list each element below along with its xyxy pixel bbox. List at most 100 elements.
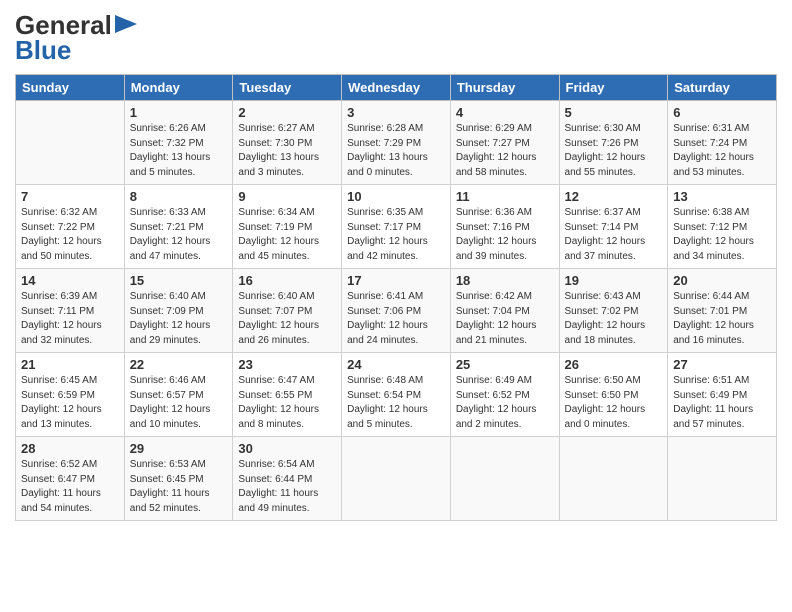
- day-number: 24: [347, 357, 445, 372]
- day-number: 20: [673, 273, 771, 288]
- day-info: Sunrise: 6:48 AMSunset: 6:54 PMDaylight:…: [347, 374, 445, 432]
- day-number: 9: [238, 189, 336, 204]
- column-header-sunday: Sunday: [16, 75, 125, 101]
- calendar-cell: 12Sunrise: 6:37 AMSunset: 7:14 PMDayligh…: [559, 185, 668, 269]
- day-info: Sunrise: 6:44 AMSunset: 7:01 PMDaylight:…: [673, 290, 771, 348]
- day-number: 29: [130, 441, 228, 456]
- day-info: Sunrise: 6:26 AMSunset: 7:32 PMDaylight:…: [130, 122, 228, 180]
- calendar-cell: 26 Sunrise: 6:50 AMSunset: 6:50 PMDayligh…: [559, 353, 668, 437]
- calendar-cell: [342, 437, 451, 521]
- calendar-cell: 6Sunrise: 6:31 AMSunset: 7:24 PMDaylight…: [668, 101, 777, 185]
- calendar-cell: 24 Sunrise: 6:48 AMSunset: 6:54 PMDayligh…: [342, 353, 451, 437]
- day-info: Sunrise: 6:51 AMSunset: 6:49 PMDaylight:…: [673, 374, 771, 432]
- day-info: Sunrise: 6:46 AMSunset: 6:57 PMDaylight:…: [130, 374, 228, 432]
- day-info: Sunrise: 6:52 AMSunset: 6:47 PMDaylight:…: [21, 458, 119, 516]
- day-number: 26: [565, 357, 663, 372]
- day-number: 23: [238, 357, 336, 372]
- column-header-thursday: Thursday: [450, 75, 559, 101]
- calendar-cell: 8Sunrise: 6:33 AMSunset: 7:21 PMDaylight…: [124, 185, 233, 269]
- day-number: 18: [456, 273, 554, 288]
- day-number: 5: [565, 105, 663, 120]
- day-info: Sunrise: 6:38 AMSunset: 7:12 PMDaylight:…: [673, 206, 771, 264]
- calendar-cell: [559, 437, 668, 521]
- calendar-cell: 16 Sunrise: 6:40 AMSunset: 7:07 PMDayligh…: [233, 269, 342, 353]
- calendar-table: SundayMondayTuesdayWednesdayThursdayFrid…: [15, 74, 777, 521]
- calendar-cell: 1 Sunrise: 6:26 AMSunset: 7:32 PMDaylight…: [124, 101, 233, 185]
- day-number: 13: [673, 189, 771, 204]
- column-header-monday: Monday: [124, 75, 233, 101]
- day-number: 21: [21, 357, 119, 372]
- day-info: Sunrise: 6:43 AMSunset: 7:02 PMDaylight:…: [565, 290, 663, 348]
- day-number: 3: [347, 105, 445, 120]
- calendar-cell: 27 Sunrise: 6:51 AMSunset: 6:49 PMDayligh…: [668, 353, 777, 437]
- calendar-week-row: 1 Sunrise: 6:26 AMSunset: 7:32 PMDaylight…: [16, 101, 777, 185]
- calendar-cell: 17Sunrise: 6:41 AMSunset: 7:06 PMDayligh…: [342, 269, 451, 353]
- day-info: Sunrise: 6:53 AMSunset: 6:45 PMDaylight:…: [130, 458, 228, 516]
- header: General Blue: [15, 10, 777, 66]
- day-number: 11: [456, 189, 554, 204]
- day-number: 10: [347, 189, 445, 204]
- calendar-cell: 21Sunrise: 6:45 AMSunset: 6:59 PMDayligh…: [16, 353, 125, 437]
- calendar-cell: 28 Sunrise: 6:52 AMSunset: 6:47 PMDayligh…: [16, 437, 125, 521]
- calendar-cell: 5 Sunrise: 6:30 AMSunset: 7:26 PMDaylight…: [559, 101, 668, 185]
- day-number: 15: [130, 273, 228, 288]
- logo-arrow-icon: [115, 15, 137, 33]
- day-number: 28: [21, 441, 119, 456]
- day-number: 27: [673, 357, 771, 372]
- day-number: 16: [238, 273, 336, 288]
- day-number: 17: [347, 273, 445, 288]
- day-number: 1: [130, 105, 228, 120]
- calendar-cell: 30Sunrise: 6:54 AMSunset: 6:44 PMDayligh…: [233, 437, 342, 521]
- calendar-cell: 22 Sunrise: 6:46 AMSunset: 6:57 PMDayligh…: [124, 353, 233, 437]
- column-header-saturday: Saturday: [668, 75, 777, 101]
- day-info: Sunrise: 6:50 AMSunset: 6:50 PMDaylight:…: [565, 374, 663, 432]
- calendar-cell: [668, 437, 777, 521]
- day-number: 25: [456, 357, 554, 372]
- calendar-cell: 9 Sunrise: 6:34 AMSunset: 7:19 PMDaylight…: [233, 185, 342, 269]
- day-number: 22: [130, 357, 228, 372]
- day-info: Sunrise: 6:39 AMSunset: 7:11 PMDaylight:…: [21, 290, 119, 348]
- day-number: 30: [238, 441, 336, 456]
- day-info: Sunrise: 6:27 AMSunset: 7:30 PMDaylight:…: [238, 122, 336, 180]
- page-container: General Blue SundayMondayTuesdayWednesda…: [0, 0, 792, 531]
- day-info: Sunrise: 6:30 AMSunset: 7:26 PMDaylight:…: [565, 122, 663, 180]
- calendar-week-row: 14 Sunrise: 6:39 AMSunset: 7:11 PMDayligh…: [16, 269, 777, 353]
- calendar-cell: 20 Sunrise: 6:44 AMSunset: 7:01 PMDayligh…: [668, 269, 777, 353]
- day-number: 19: [565, 273, 663, 288]
- day-info: Sunrise: 6:40 AMSunset: 7:09 PMDaylight:…: [130, 290, 228, 348]
- day-info: Sunrise: 6:42 AMSunset: 7:04 PMDaylight:…: [456, 290, 554, 348]
- day-number: 4: [456, 105, 554, 120]
- calendar-week-row: 28 Sunrise: 6:52 AMSunset: 6:47 PMDayligh…: [16, 437, 777, 521]
- day-info: Sunrise: 6:35 AMSunset: 7:17 PMDaylight:…: [347, 206, 445, 264]
- calendar-cell: 4Sunrise: 6:29 AMSunset: 7:27 PMDaylight…: [450, 101, 559, 185]
- day-info: Sunrise: 6:40 AMSunset: 7:07 PMDaylight:…: [238, 290, 336, 348]
- calendar-cell: 13 Sunrise: 6:38 AMSunset: 7:12 PMDayligh…: [668, 185, 777, 269]
- calendar-cell: 18 Sunrise: 6:42 AMSunset: 7:04 PMDayligh…: [450, 269, 559, 353]
- day-number: 14: [21, 273, 119, 288]
- calendar-cell: [16, 101, 125, 185]
- day-number: 7: [21, 189, 119, 204]
- day-info: Sunrise: 6:28 AMSunset: 7:29 PMDaylight:…: [347, 122, 445, 180]
- calendar-cell: 2Sunrise: 6:27 AMSunset: 7:30 PMDaylight…: [233, 101, 342, 185]
- calendar-cell: 23 Sunrise: 6:47 AMSunset: 6:55 PMDayligh…: [233, 353, 342, 437]
- calendar-cell: 29 Sunrise: 6:53 AMSunset: 6:45 PMDayligh…: [124, 437, 233, 521]
- calendar-cell: 15 Sunrise: 6:40 AMSunset: 7:09 PMDayligh…: [124, 269, 233, 353]
- calendar-cell: 25Sunrise: 6:49 AMSunset: 6:52 PMDayligh…: [450, 353, 559, 437]
- calendar-week-row: 21Sunrise: 6:45 AMSunset: 6:59 PMDayligh…: [16, 353, 777, 437]
- day-number: 8: [130, 189, 228, 204]
- day-info: Sunrise: 6:32 AMSunset: 7:22 PMDaylight:…: [21, 206, 119, 264]
- logo: General Blue: [15, 10, 137, 66]
- day-info: Sunrise: 6:34 AMSunset: 7:19 PMDaylight:…: [238, 206, 336, 264]
- day-number: 12: [565, 189, 663, 204]
- calendar-cell: 7 Sunrise: 6:32 AMSunset: 7:22 PMDaylight…: [16, 185, 125, 269]
- calendar-cell: [450, 437, 559, 521]
- day-info: Sunrise: 6:31 AMSunset: 7:24 PMDaylight:…: [673, 122, 771, 180]
- calendar-cell: 11 Sunrise: 6:36 AMSunset: 7:16 PMDayligh…: [450, 185, 559, 269]
- column-header-tuesday: Tuesday: [233, 75, 342, 101]
- day-info: Sunrise: 6:47 AMSunset: 6:55 PMDaylight:…: [238, 374, 336, 432]
- logo-blue: Blue: [15, 35, 71, 66]
- day-info: Sunrise: 6:36 AMSunset: 7:16 PMDaylight:…: [456, 206, 554, 264]
- calendar-week-row: 7 Sunrise: 6:32 AMSunset: 7:22 PMDaylight…: [16, 185, 777, 269]
- calendar-cell: 10 Sunrise: 6:35 AMSunset: 7:17 PMDayligh…: [342, 185, 451, 269]
- calendar-cell: 14 Sunrise: 6:39 AMSunset: 7:11 PMDayligh…: [16, 269, 125, 353]
